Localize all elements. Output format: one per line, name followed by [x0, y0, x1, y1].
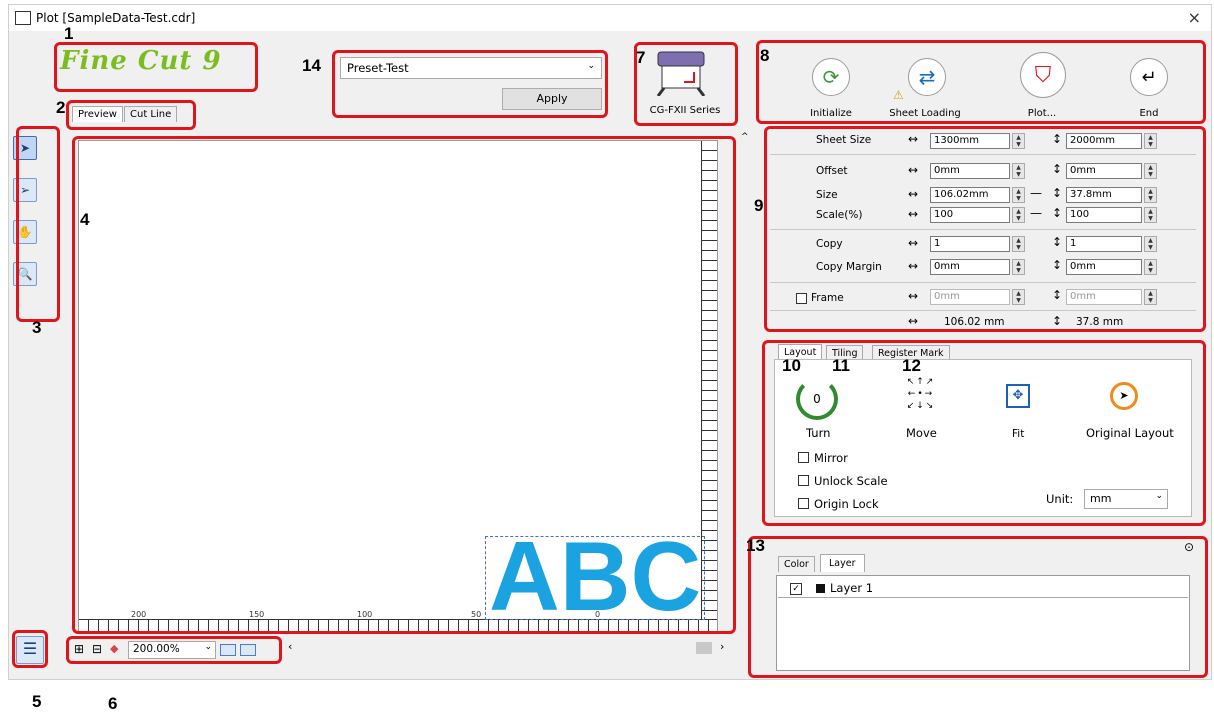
callout-box-device: [634, 42, 738, 126]
callout-3: 3: [32, 318, 42, 337]
horizontal-scrollbar[interactable]: ‹ ›: [288, 640, 738, 656]
callout-box-canvas: [72, 136, 736, 634]
close-button[interactable]: ×: [1188, 8, 1201, 27]
plotter-icon: [15, 11, 31, 25]
callout-5: 5: [32, 692, 42, 711]
scroll-left-icon[interactable]: ‹: [288, 640, 292, 653]
scroll-right-icon[interactable]: ›: [720, 640, 724, 653]
callout-11: 11: [832, 356, 850, 375]
window-title: Plot [SampleData-Test.cdr]: [36, 11, 196, 25]
callout-6: 6: [108, 694, 118, 713]
callout-box-layout: [762, 340, 1206, 526]
callout-14: 14: [302, 56, 321, 75]
callout-10: 10: [782, 356, 801, 375]
callout-box-layer: [748, 536, 1208, 678]
callout-2: 2: [56, 98, 66, 117]
callout-1: 1: [64, 24, 74, 43]
callout-box-list: [12, 630, 48, 668]
callout-box-tools: [16, 126, 60, 322]
callout-box-logo: [54, 42, 258, 92]
callout-box-settings: [764, 126, 1206, 332]
callout-13: 13: [746, 536, 765, 555]
callout-9: 9: [754, 196, 764, 215]
callout-box-preset: [332, 50, 608, 118]
callout-box-actions: [756, 40, 1206, 124]
callout-box-tabs: [66, 100, 196, 130]
callout-4: 4: [80, 210, 90, 229]
callout-12: 12: [902, 356, 921, 375]
callout-7: 7: [636, 48, 646, 67]
title-bar: Plot [SampleData-Test.cdr] ×: [9, 5, 1211, 31]
callout-box-zoom: [66, 636, 282, 664]
callout-8: 8: [760, 46, 770, 65]
